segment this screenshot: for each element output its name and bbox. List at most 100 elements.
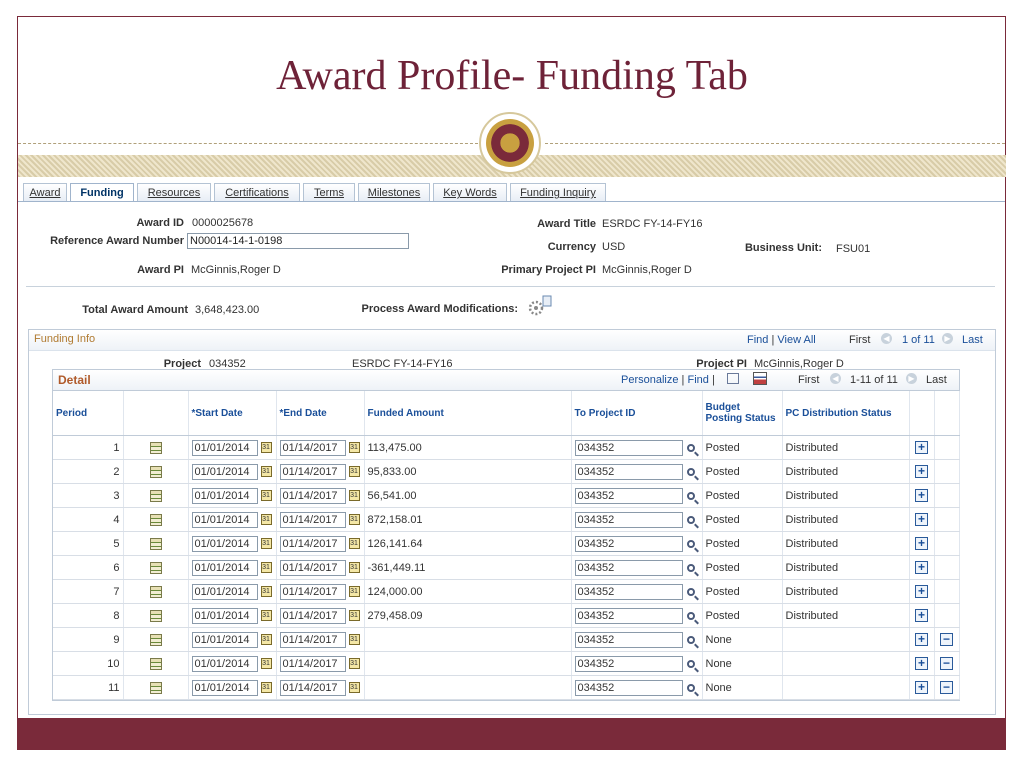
add-row-button[interactable]: + <box>915 441 928 454</box>
funding-next-arrow-icon[interactable]: ▶ <box>942 333 953 344</box>
distribution-detail-icon[interactable] <box>149 585 162 598</box>
calendar-icon[interactable]: 31 <box>260 658 272 669</box>
add-row-button[interactable]: + <box>915 681 928 694</box>
to-project-id-field[interactable]: 034352 <box>574 559 683 576</box>
end-date-field[interactable]: 01/14/2017 <box>279 583 346 600</box>
search-icon[interactable] <box>686 539 695 548</box>
tab-award[interactable]: Award <box>23 183 67 202</box>
tab-resources[interactable]: Resources <box>137 183 211 202</box>
search-icon[interactable] <box>686 611 695 620</box>
view-all-icon[interactable] <box>727 373 739 384</box>
add-row-button[interactable]: + <box>915 609 928 622</box>
column-header-pc-distribution-status[interactable]: PC Distribution Status <box>782 391 910 436</box>
calendar-icon[interactable]: 31 <box>260 442 272 453</box>
distribution-detail-icon[interactable] <box>149 609 162 622</box>
to-project-id-field[interactable]: 034352 <box>574 487 683 504</box>
add-row-button[interactable]: + <box>915 489 928 502</box>
search-icon[interactable] <box>686 491 695 500</box>
to-project-id-field[interactable]: 034352 <box>574 511 683 528</box>
distribution-detail-icon[interactable] <box>149 441 162 454</box>
add-row-button[interactable]: + <box>915 537 928 550</box>
end-date-field[interactable]: 01/14/2017 <box>279 439 346 456</box>
distribution-detail-icon[interactable] <box>149 681 162 694</box>
funding-first-label[interactable]: First <box>849 334 870 346</box>
end-date-field[interactable]: 01/14/2017 <box>279 607 346 624</box>
distribution-detail-icon[interactable] <box>149 561 162 574</box>
distribution-detail-icon[interactable] <box>149 489 162 502</box>
to-project-id-field[interactable]: 034352 <box>574 655 683 672</box>
calendar-icon[interactable]: 31 <box>348 490 360 501</box>
detail-last-label[interactable]: Last <box>926 374 947 386</box>
delete-row-button[interactable]: − <box>940 681 953 694</box>
distribution-detail-icon[interactable] <box>149 513 162 526</box>
end-date-field[interactable]: 01/14/2017 <box>279 487 346 504</box>
detail-prev-arrow-icon[interactable]: ◀ <box>830 373 841 384</box>
funding-find-link[interactable]: Find <box>747 334 768 346</box>
calendar-icon[interactable]: 31 <box>348 538 360 549</box>
funding-view-all-link[interactable]: View All <box>777 334 815 346</box>
add-row-button[interactable]: + <box>915 657 928 670</box>
calendar-icon[interactable]: 31 <box>348 514 360 525</box>
column-header-end-date[interactable]: *End Date <box>276 391 365 436</box>
start-date-field[interactable]: 01/01/2014 <box>191 583 258 600</box>
calendar-icon[interactable]: 31 <box>348 466 360 477</box>
add-row-button[interactable]: + <box>915 561 928 574</box>
start-date-field[interactable]: 01/01/2014 <box>191 631 258 648</box>
to-project-id-field[interactable]: 034352 <box>574 463 683 480</box>
search-icon[interactable] <box>686 515 695 524</box>
calendar-icon[interactable]: 31 <box>260 610 272 621</box>
distribution-detail-icon[interactable] <box>149 465 162 478</box>
calendar-icon[interactable]: 31 <box>260 634 272 645</box>
calendar-icon[interactable]: 31 <box>348 586 360 597</box>
search-icon[interactable] <box>686 659 695 668</box>
end-date-field[interactable]: 01/14/2017 <box>279 631 346 648</box>
end-date-field[interactable]: 01/14/2017 <box>279 511 346 528</box>
tab-funding-inquiry[interactable]: Funding Inquiry <box>510 183 606 202</box>
funding-last-link[interactable]: Last <box>962 334 983 346</box>
add-row-button[interactable]: + <box>915 585 928 598</box>
tab-certifications[interactable]: Certifications <box>214 183 300 202</box>
calendar-icon[interactable]: 31 <box>260 586 272 597</box>
search-icon[interactable] <box>686 467 695 476</box>
calendar-icon[interactable]: 31 <box>260 490 272 501</box>
delete-row-button[interactable]: − <box>940 657 953 670</box>
start-date-field[interactable]: 01/01/2014 <box>191 559 258 576</box>
calendar-icon[interactable]: 31 <box>260 562 272 573</box>
tab-key-words[interactable]: Key Words <box>433 183 507 202</box>
process-mods-gear-icon[interactable] <box>525 293 553 319</box>
end-date-field[interactable]: 01/14/2017 <box>279 535 346 552</box>
tab-milestones[interactable]: Milestones <box>358 183 430 202</box>
to-project-id-field[interactable]: 034352 <box>574 439 683 456</box>
search-icon[interactable] <box>686 587 695 596</box>
end-date-field[interactable]: 01/14/2017 <box>279 679 346 696</box>
column-header-budget-posting-status[interactable]: Budget Posting Status <box>702 391 783 436</box>
calendar-icon[interactable]: 31 <box>348 610 360 621</box>
column-header-start-date[interactable]: *Start Date <box>188 391 277 436</box>
calendar-icon[interactable]: 31 <box>348 658 360 669</box>
start-date-field[interactable]: 01/01/2014 <box>191 463 258 480</box>
calendar-icon[interactable]: 31 <box>260 538 272 549</box>
search-icon[interactable] <box>686 563 695 572</box>
start-date-field[interactable]: 01/01/2014 <box>191 487 258 504</box>
detail-next-arrow-icon[interactable]: ▶ <box>906 373 917 384</box>
distribution-detail-icon[interactable] <box>149 537 162 550</box>
to-project-id-field[interactable]: 034352 <box>574 679 683 696</box>
add-row-button[interactable]: + <box>915 465 928 478</box>
end-date-field[interactable]: 01/14/2017 <box>279 655 346 672</box>
search-icon[interactable] <box>686 635 695 644</box>
calendar-icon[interactable]: 31 <box>348 682 360 693</box>
calendar-icon[interactable]: 31 <box>260 682 272 693</box>
start-date-field[interactable]: 01/01/2014 <box>191 535 258 552</box>
search-icon[interactable] <box>686 443 695 452</box>
delete-row-button[interactable]: − <box>940 633 953 646</box>
column-header-to-project-id[interactable]: To Project ID <box>571 391 703 436</box>
to-project-id-field[interactable]: 034352 <box>574 535 683 552</box>
distribution-detail-icon[interactable] <box>149 633 162 646</box>
distribution-detail-icon[interactable] <box>149 657 162 670</box>
calendar-icon[interactable]: 31 <box>348 442 360 453</box>
add-row-button[interactable]: + <box>915 513 928 526</box>
start-date-field[interactable]: 01/01/2014 <box>191 655 258 672</box>
start-date-field[interactable]: 01/01/2014 <box>191 511 258 528</box>
start-date-field[interactable]: 01/01/2014 <box>191 607 258 624</box>
search-icon[interactable] <box>686 683 695 692</box>
